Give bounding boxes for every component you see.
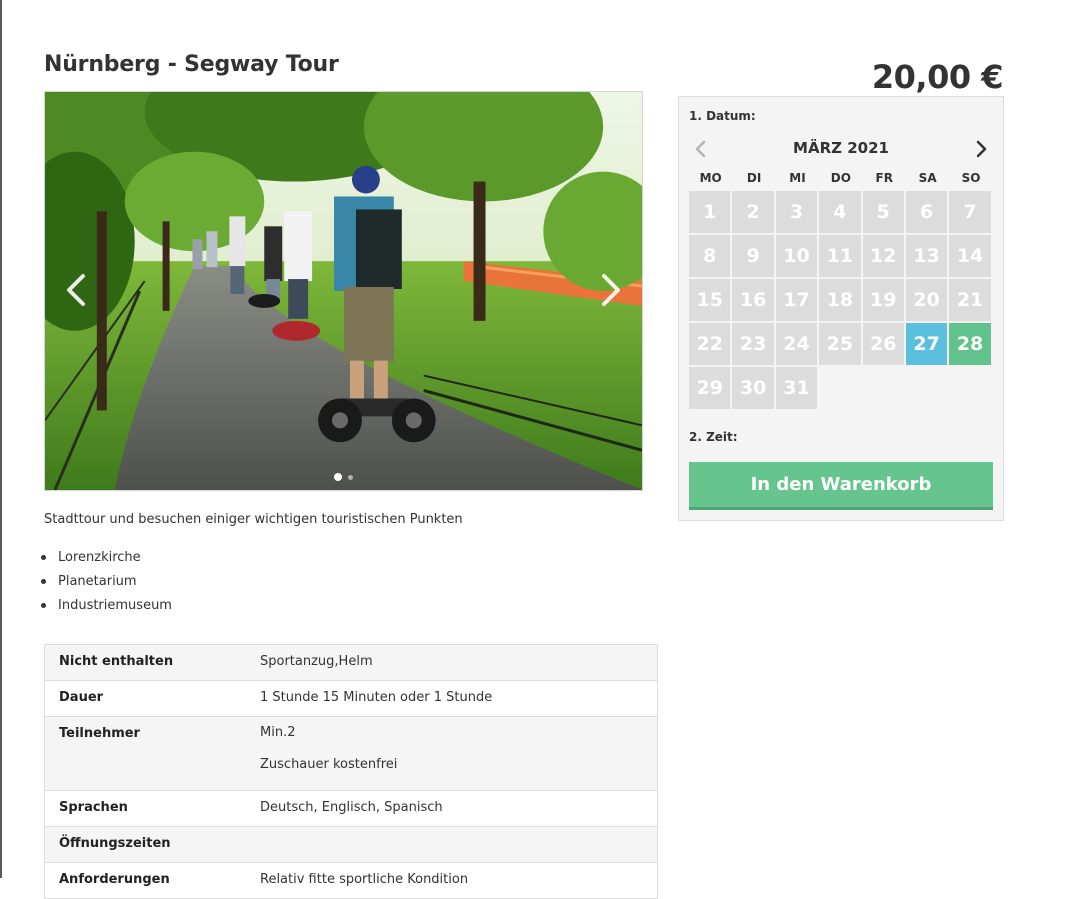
- feature-item: Planetarium: [41, 571, 172, 595]
- table-row: Anforderungen Relativ fitte sportliche K…: [44, 862, 658, 899]
- calendar-day-unavailable: 9: [732, 235, 774, 277]
- chevron-right-icon: [976, 140, 987, 158]
- chevron-right-icon: [602, 274, 620, 306]
- detail-label: Sprachen: [44, 790, 259, 827]
- detail-label: Öffnungszeiten: [44, 826, 259, 863]
- detail-value: Relativ fitte sportliche Kondition: [259, 862, 658, 899]
- chevron-left-icon: [67, 274, 85, 306]
- calendar-grid: MO DI MI DO FR SA SO 1 2 3 4 5 6 7 8 9 10 11 12 13 14…: [689, 171, 993, 411]
- calendar-day-unavailable: 7: [949, 191, 991, 233]
- table-row: Dauer 1 Stunde 15 Minuten oder 1 Stunde: [44, 680, 658, 717]
- calendar-day-unavailable: 8: [689, 235, 731, 277]
- calendar-empty-cell: [819, 367, 860, 409]
- calendar-day-unavailable: 2: [732, 191, 774, 233]
- slider-dots: [45, 473, 642, 481]
- calendar-day-unavailable: 5: [862, 191, 904, 233]
- calendar-day-unavailable: 1: [689, 191, 731, 233]
- calendar-week-row: 29 30 31: [689, 367, 993, 411]
- segway-tour-photo: [45, 92, 642, 490]
- slider-next-button[interactable]: [590, 270, 630, 310]
- calendar-day-unavailable: 20: [905, 279, 948, 321]
- calendar-day-unavailable: 16: [732, 279, 774, 321]
- calendar-day-unavailable: 15: [689, 279, 731, 321]
- feature-item: Industriemuseum: [41, 595, 172, 619]
- detail-label: Anforderungen: [44, 862, 259, 899]
- table-row: Öffnungszeiten: [44, 826, 658, 863]
- calendar-week-row: 8 9 10 11 12 13 14: [689, 235, 993, 279]
- weekday-label: SO: [961, 171, 981, 185]
- detail-value: 1 Stunde 15 Minuten oder 1 Stunde: [259, 680, 658, 717]
- calendar-day-unavailable: 31: [775, 367, 818, 409]
- calendar-day-available[interactable]: 28: [949, 323, 991, 365]
- calendar-week-row: 15 16 17 18 19 20 21: [689, 279, 993, 323]
- weekday-row: MO DI MI DO FR SA SO: [689, 171, 993, 191]
- product-title: Nürnberg - Segway Tour: [44, 52, 339, 77]
- weekday-label: MO: [699, 171, 722, 185]
- calendar-day-unavailable: 26: [862, 323, 904, 365]
- calendar-empty-cell: [949, 367, 990, 409]
- table-row: Teilnehmer Min.2 Zuschauer kostenfrei: [44, 716, 658, 791]
- calendar-week-row: 22 23 24 25 26 27 28: [689, 323, 993, 367]
- feature-list: Lorenzkirche Planetarium Industriemuseum: [41, 547, 172, 619]
- detail-value: Deutsch, Englisch, Spanisch: [259, 790, 658, 827]
- table-row: Sprachen Deutsch, Englisch, Spanisch: [44, 790, 658, 827]
- calendar-day-unavailable: 30: [732, 367, 774, 409]
- calendar-day-unavailable: 21: [949, 279, 991, 321]
- calendar-month: MÄRZ 2021: [793, 139, 889, 157]
- weekday-label: MI: [789, 171, 806, 185]
- slider-dot-2[interactable]: [348, 475, 353, 480]
- image-slider[interactable]: [44, 91, 643, 491]
- calendar-day-unavailable: 3: [775, 191, 818, 233]
- tour-details-table: Nicht enthalten Sportanzug,Helm Dauer 1 …: [44, 644, 658, 899]
- calendar-next-button[interactable]: [971, 139, 991, 159]
- weekday-label: DI: [746, 171, 762, 185]
- detail-label: Teilnehmer: [44, 716, 259, 791]
- detail-value: Min.2 Zuschauer kostenfrei: [259, 716, 658, 791]
- calendar-day-unavailable: 17: [775, 279, 818, 321]
- calendar-empty-cell: [863, 367, 904, 409]
- calendar-day-unavailable: 25: [819, 323, 861, 365]
- slider-prev-button[interactable]: [57, 270, 97, 310]
- product-price: 20,00 €: [871, 58, 1004, 96]
- calendar-day-unavailable: 19: [862, 279, 904, 321]
- calendar-day-unavailable: 11: [819, 235, 861, 277]
- weekday-label: FR: [875, 171, 893, 185]
- calendar-header: MÄRZ 2021: [689, 137, 993, 161]
- detail-value-line: Zuschauer kostenfrei: [260, 757, 398, 772]
- detail-value-line: Min.2: [260, 725, 296, 740]
- calendar-day-unavailable: 29: [689, 367, 731, 409]
- calendar-day-unavailable: 18: [819, 279, 861, 321]
- detail-value: Sportanzug,Helm: [259, 644, 658, 681]
- calendar-empty-cell: [906, 367, 947, 409]
- step-date-label: 1. Datum:: [689, 109, 756, 123]
- calendar-day-unavailable: 12: [862, 235, 904, 277]
- calendar-days: 1 2 3 4 5 6 7 8 9 10 11 12 13 14 15 16 17 18 19 20 21 22 23 24 2…: [689, 191, 993, 411]
- feature-item: Lorenzkirche: [41, 547, 172, 571]
- calendar-day-unavailable: 22: [689, 323, 731, 365]
- slider-dot-1[interactable]: [334, 473, 342, 481]
- calendar-week-row: 1234567: [689, 191, 993, 235]
- calendar-day-unavailable: 6: [905, 191, 948, 233]
- add-to-cart-button[interactable]: In den Warenkorb: [689, 462, 993, 510]
- calendar-day-unavailable: 13: [905, 235, 948, 277]
- calendar-day-unavailable: 24: [775, 323, 818, 365]
- calendar-day-unavailable: 4: [819, 191, 861, 233]
- detail-label: Nicht enthalten: [44, 644, 259, 681]
- weekday-label: SA: [918, 171, 937, 185]
- calendar-day-unavailable: 23: [732, 323, 774, 365]
- detail-label: Dauer: [44, 680, 259, 717]
- table-row: Nicht enthalten Sportanzug,Helm: [44, 644, 658, 681]
- calendar-day-available[interactable]: 27: [905, 323, 948, 365]
- calendar-day-unavailable: 14: [949, 235, 991, 277]
- product-description: Stadttour und besuchen einiger wichtigen…: [44, 512, 463, 527]
- step-time-label: 2. Zeit:: [689, 430, 738, 444]
- weekday-label: DO: [830, 171, 851, 185]
- booking-widget: 1. Datum: MÄRZ 2021 MO DI MI DO FR SA SO…: [678, 96, 1004, 521]
- calendar-day-unavailable: 10: [775, 235, 818, 277]
- detail-value: [259, 826, 658, 863]
